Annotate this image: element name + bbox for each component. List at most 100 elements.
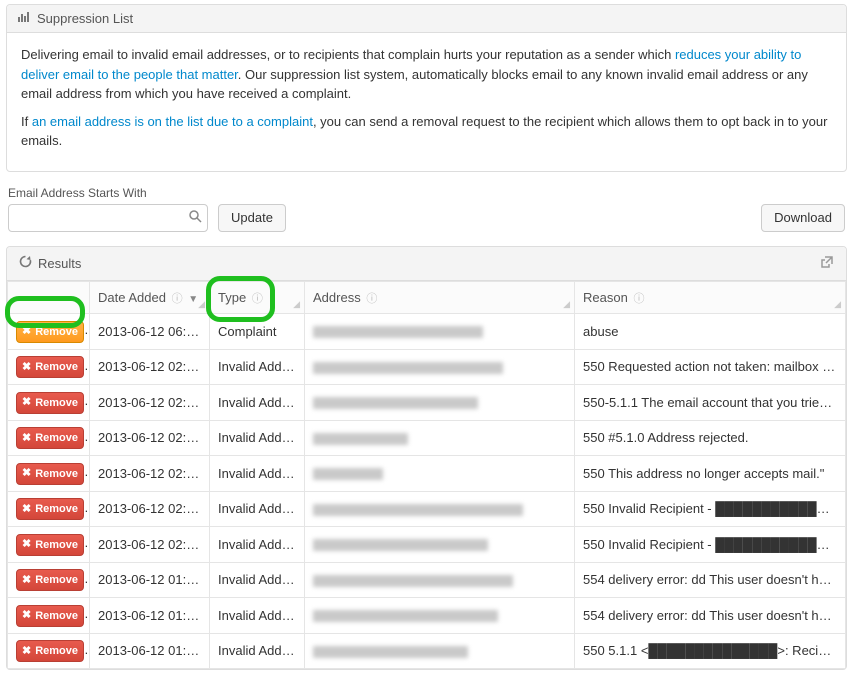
resize-handle-icon[interactable]: ◢ bbox=[834, 298, 841, 312]
cell-type: Invalid Address bbox=[210, 527, 305, 563]
cell-date: 2013-06-12 02:09:50 bbox=[90, 420, 210, 456]
redacted-address bbox=[313, 468, 383, 480]
panel-title: Suppression List bbox=[37, 11, 133, 26]
update-button[interactable]: Update bbox=[218, 204, 286, 232]
cell-date: 2013-06-12 02:40:45 bbox=[90, 349, 210, 385]
remove-button[interactable]: ✖Remove bbox=[16, 392, 84, 414]
table-row: ✖Remove 2013-06-12 01:28:58Invalid Addres… bbox=[8, 562, 846, 598]
close-icon: ✖ bbox=[22, 610, 31, 621]
col-header-date[interactable]: Date Added ⓘ ▼ ◢ bbox=[90, 281, 210, 314]
close-icon: ✖ bbox=[22, 539, 31, 550]
info-link-2[interactable]: an email address is on the list due to a… bbox=[32, 114, 313, 129]
cell-address bbox=[305, 562, 575, 598]
remove-label: Remove bbox=[35, 397, 78, 409]
download-button[interactable]: Download bbox=[761, 204, 845, 232]
resize-handle-icon[interactable]: ◢ bbox=[293, 298, 300, 312]
cell-address bbox=[305, 314, 575, 350]
remove-label: Remove bbox=[35, 326, 78, 338]
close-icon: ✖ bbox=[22, 468, 31, 479]
remove-label: Remove bbox=[35, 574, 78, 586]
table-row: ✖Remove2013-06-12 06:46:58Complaintabuse bbox=[8, 314, 846, 350]
redacted-address bbox=[313, 504, 523, 516]
close-icon: ✖ bbox=[22, 326, 31, 337]
close-icon: ✖ bbox=[22, 433, 31, 444]
redacted-address bbox=[313, 539, 488, 551]
remove-button[interactable]: ✖ Remove bbox=[16, 356, 84, 378]
cell-address bbox=[305, 633, 575, 669]
cell-type: Invalid Address bbox=[210, 456, 305, 492]
redacted-address bbox=[313, 433, 408, 445]
results-title: Results bbox=[38, 256, 81, 271]
col-header-type[interactable]: Type ⓘ ◢ bbox=[210, 281, 305, 314]
col-header-address[interactable]: Address ⓘ ◢ bbox=[305, 281, 575, 314]
refresh-icon[interactable] bbox=[19, 255, 32, 271]
cell-type: Complaint bbox=[210, 314, 305, 350]
cell-reason: 550 This address no longer accepts mail.… bbox=[575, 456, 846, 492]
cell-date: 2013-06-12 02:35:29 bbox=[90, 385, 210, 421]
table-row: ✖ Remove 2013-06-12 02:09:50Invalid Addres… bbox=[8, 420, 846, 456]
cell-reason: 550-5.1.1 The email account that you tri… bbox=[575, 385, 846, 421]
remove-button[interactable]: ✖Remove bbox=[16, 498, 84, 520]
table-header-row: Date Added ⓘ ▼ ◢ Type ⓘ ◢ Address ⓘ ◢ bbox=[8, 281, 846, 314]
cell-date: 2013-06-12 01:22:22 bbox=[90, 633, 210, 669]
search-input[interactable] bbox=[8, 204, 208, 232]
help-icon: ⓘ bbox=[633, 293, 644, 305]
search-icon[interactable] bbox=[189, 210, 202, 226]
remove-button[interactable]: ✖ Remove bbox=[16, 605, 84, 627]
resize-handle-icon[interactable]: ◢ bbox=[198, 298, 205, 312]
table-row: ✖ Remove 2013-06-12 01:28:58Invalid Addres… bbox=[8, 598, 846, 634]
remove-label: Remove bbox=[35, 361, 78, 373]
cell-date: 2013-06-12 01:28:58 bbox=[90, 562, 210, 598]
cell-date: 2013-06-12 01:28:58 bbox=[90, 598, 210, 634]
remove-label: Remove bbox=[35, 539, 78, 551]
redacted-address bbox=[313, 575, 513, 587]
remove-button[interactable]: ✖Remove bbox=[16, 569, 84, 591]
cell-type: Invalid Address bbox=[210, 385, 305, 421]
remove-button[interactable]: ✖ Remove bbox=[16, 640, 84, 662]
cell-address bbox=[305, 420, 575, 456]
remove-label: Remove bbox=[35, 645, 78, 657]
cell-type: Invalid Address bbox=[210, 420, 305, 456]
cell-type: Invalid Address bbox=[210, 633, 305, 669]
results-header: Results bbox=[7, 247, 846, 281]
results-panel: Results Date Added ⓘ ▼ ◢ bbox=[6, 246, 847, 671]
redacted-address bbox=[313, 397, 478, 409]
cell-address bbox=[305, 491, 575, 527]
cell-type: Invalid Address bbox=[210, 562, 305, 598]
panel-body: Delivering email to invalid email addres… bbox=[7, 33, 846, 171]
info-paragraph-2: If an email address is on the list due t… bbox=[21, 112, 832, 151]
close-icon: ✖ bbox=[22, 362, 31, 373]
redacted-address bbox=[313, 326, 483, 338]
remove-label: Remove bbox=[35, 432, 78, 444]
remove-button[interactable]: ✖ Remove bbox=[16, 534, 84, 556]
resize-handle-icon[interactable]: ◢ bbox=[563, 298, 570, 312]
col-header-reason[interactable]: Reason ⓘ ◢ bbox=[575, 281, 846, 314]
external-link-icon[interactable] bbox=[820, 255, 834, 272]
table-row: ✖Remove 2013-06-12 02:35:29Invalid Addres… bbox=[8, 385, 846, 421]
help-icon: ⓘ bbox=[252, 293, 263, 305]
cell-reason: 550 Invalid Recipient - ████████████████… bbox=[575, 527, 846, 563]
cell-reason: 550 #5.1.0 Address rejected. bbox=[575, 420, 846, 456]
remove-button[interactable]: ✖Remove bbox=[16, 463, 84, 485]
panel-header: Suppression List bbox=[7, 5, 846, 33]
table-row: ✖Remove 2013-06-12 02:06:36Invalid Addres… bbox=[8, 491, 846, 527]
remove-button[interactable]: ✖ Remove bbox=[16, 427, 84, 449]
cell-reason: abuse bbox=[575, 314, 846, 350]
table-row: ✖Remove2013-06-12 02:09:50Invalid Addres… bbox=[8, 456, 846, 492]
col-header-actions bbox=[8, 281, 90, 314]
search-label: Email Address Starts With bbox=[8, 186, 208, 200]
cell-address bbox=[305, 598, 575, 634]
help-icon: ⓘ bbox=[366, 293, 377, 305]
redacted-address bbox=[313, 610, 498, 622]
cell-date: 2013-06-12 02:06:36 bbox=[90, 491, 210, 527]
cell-reason: 554 delivery error: dd This user doesn't… bbox=[575, 598, 846, 634]
search-input-wrap bbox=[8, 204, 208, 232]
cell-type: Invalid Address bbox=[210, 491, 305, 527]
remove-button[interactable]: ✖ Remove bbox=[16, 321, 84, 343]
remove-label: Remove bbox=[35, 610, 78, 622]
close-icon: ✖ bbox=[22, 646, 31, 657]
chart-icon bbox=[17, 11, 31, 26]
cell-reason: 550 Requested action not taken: mailbox … bbox=[575, 349, 846, 385]
redacted-address bbox=[313, 362, 503, 374]
cell-type: Invalid Address bbox=[210, 598, 305, 634]
